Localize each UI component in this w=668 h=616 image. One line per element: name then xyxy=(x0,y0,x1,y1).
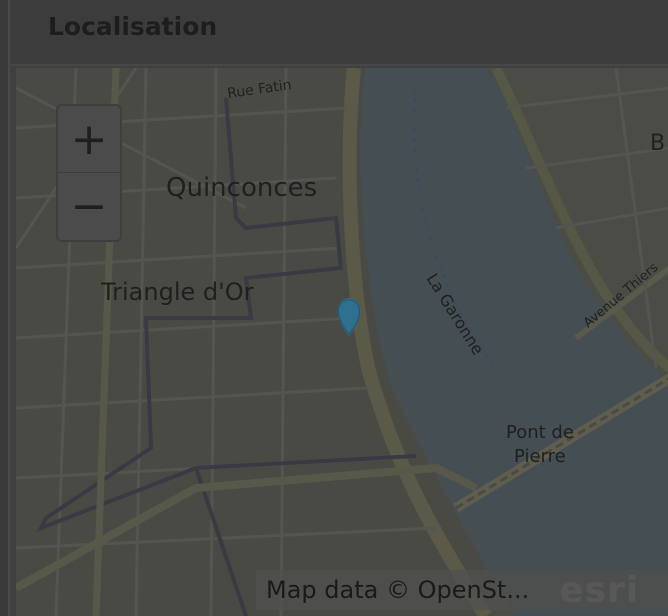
localisation-panel: Localisation Rue Fatin Quinconces Triang… xyxy=(8,0,668,616)
panel-header: Localisation xyxy=(10,0,668,66)
label-corner-letter: B xyxy=(650,131,665,156)
label-pont-line1: Pont de xyxy=(506,422,574,443)
esri-logo: esri xyxy=(559,569,640,611)
label-quinconces: Quinconces xyxy=(166,173,317,203)
zoom-control: + − xyxy=(56,104,122,242)
panel-title: Localisation xyxy=(48,12,218,41)
attribution-text[interactable]: Map data © OpenSt... xyxy=(266,576,529,604)
zoom-out-button[interactable]: − xyxy=(58,173,120,239)
label-triangle-dor: Triangle d'Or xyxy=(100,278,254,306)
map-view[interactable]: Rue Fatin Quinconces Triangle d'Or La Ga… xyxy=(16,68,668,616)
label-pont-line2: Pierre xyxy=(514,446,566,467)
zoom-in-button[interactable]: + xyxy=(58,106,120,173)
map-attribution: Map data © OpenSt... esri xyxy=(256,569,668,611)
